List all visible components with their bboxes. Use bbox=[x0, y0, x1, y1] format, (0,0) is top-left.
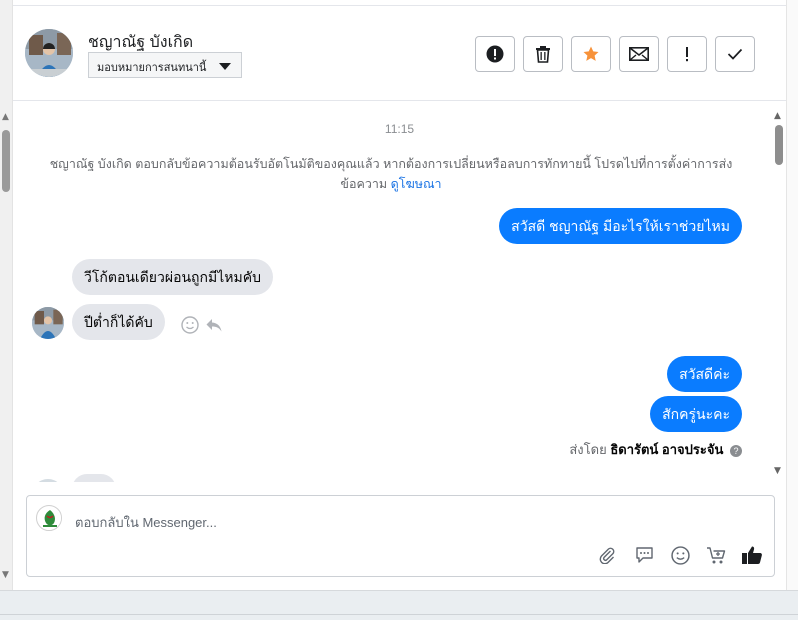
message-bubble-incoming: ปีต่ำก็ได้คับ bbox=[72, 304, 165, 340]
conversation-header: ชญาณัฐ บังเกิด มอบหมายการสนทนานี้ bbox=[13, 6, 786, 101]
reply-composer[interactable]: ตอบกลับใน Messenger... bbox=[26, 495, 775, 577]
page-avatar bbox=[36, 505, 62, 531]
scroll-down-icon[interactable]: ▼ bbox=[2, 570, 9, 580]
speech-bubble-icon[interactable] bbox=[633, 544, 655, 566]
scroll-up-icon[interactable]: ▲ bbox=[2, 112, 9, 122]
mark-unread-button[interactable] bbox=[619, 36, 659, 72]
scrollbar-thumb[interactable] bbox=[775, 125, 783, 165]
sent-by-name[interactable]: ธิดารัตน์ อาจประจัน bbox=[610, 442, 723, 457]
message-timestamp: 11:15 bbox=[384, 122, 415, 136]
spam-button[interactable] bbox=[475, 36, 515, 72]
help-icon[interactable]: ? bbox=[730, 444, 742, 457]
window-footer bbox=[0, 590, 798, 620]
assign-conversation-dropdown[interactable]: มอบหมายการสนทนานี้ bbox=[88, 52, 242, 78]
auto-reply-notice: ชญาณัฐ บังเกิด ตอบกลับข้อความต้อนรับอัตโ… bbox=[31, 154, 751, 194]
star-icon bbox=[583, 46, 599, 61]
delete-button[interactable] bbox=[523, 36, 563, 72]
envelope-icon bbox=[629, 47, 649, 61]
message-bubble-incoming: วีโก้ตอนเดียวผ่อนถูกมีไหมคับ bbox=[72, 259, 273, 295]
smiley-icon[interactable] bbox=[669, 544, 691, 566]
trash-icon bbox=[536, 46, 550, 63]
paperclip-icon[interactable] bbox=[596, 544, 618, 566]
follow-up-button[interactable] bbox=[667, 36, 707, 72]
exclamation-circle-icon bbox=[486, 45, 504, 63]
cart-icon[interactable] bbox=[705, 544, 727, 566]
scroll-down-icon[interactable]: ▼ bbox=[774, 466, 781, 476]
scroll-up-icon[interactable]: ▲ bbox=[774, 111, 781, 121]
thumbs-up-icon[interactable] bbox=[741, 544, 763, 566]
reply-input[interactable]: ตอบกลับใน Messenger... bbox=[75, 512, 217, 533]
scrollbar-thumb[interactable] bbox=[2, 130, 10, 192]
reply-arrow-icon[interactable] bbox=[205, 316, 223, 338]
sent-by-label: ส่งโดย ธิดารัตน์ อาจประจัน ? bbox=[569, 439, 742, 460]
star-button[interactable] bbox=[571, 36, 611, 72]
right-edge bbox=[786, 0, 798, 590]
contact-avatar-small bbox=[32, 479, 64, 482]
message-bubble-outgoing: สวัสดี ชญาณัฐ มีอะไรให้เราช่วยไหม bbox=[499, 208, 742, 244]
message-bubble-outgoing: สักครู่นะคะ bbox=[650, 396, 742, 432]
check-icon bbox=[727, 48, 743, 60]
done-button[interactable] bbox=[715, 36, 755, 72]
contact-avatar-small[interactable] bbox=[32, 307, 64, 339]
view-ad-link[interactable]: ดูโฆษณา bbox=[391, 177, 442, 191]
react-smiley-icon[interactable] bbox=[181, 316, 199, 338]
exclamation-icon bbox=[686, 47, 688, 62]
assign-label: มอบหมายการสนทนานี้ bbox=[97, 62, 207, 74]
message-thread: 11:15 ชญาณัฐ บังเกิด ตอบกลับข้อความต้อนร… bbox=[13, 102, 786, 482]
message-bubble-incoming bbox=[72, 474, 116, 482]
sent-by-prefix: ส่งโดย bbox=[569, 442, 607, 457]
message-bubble-outgoing: สวัสดีค่ะ bbox=[667, 356, 742, 392]
page-scrollbar[interactable]: ▲ ▼ bbox=[0, 0, 13, 590]
inbox-frame: ▲ ▼ ชญาณัฐ บังเกิด มอบหมายการสนทนานี้ 11… bbox=[0, 0, 798, 620]
contact-avatar[interactable] bbox=[25, 29, 73, 77]
caret-down-icon bbox=[219, 63, 231, 70]
